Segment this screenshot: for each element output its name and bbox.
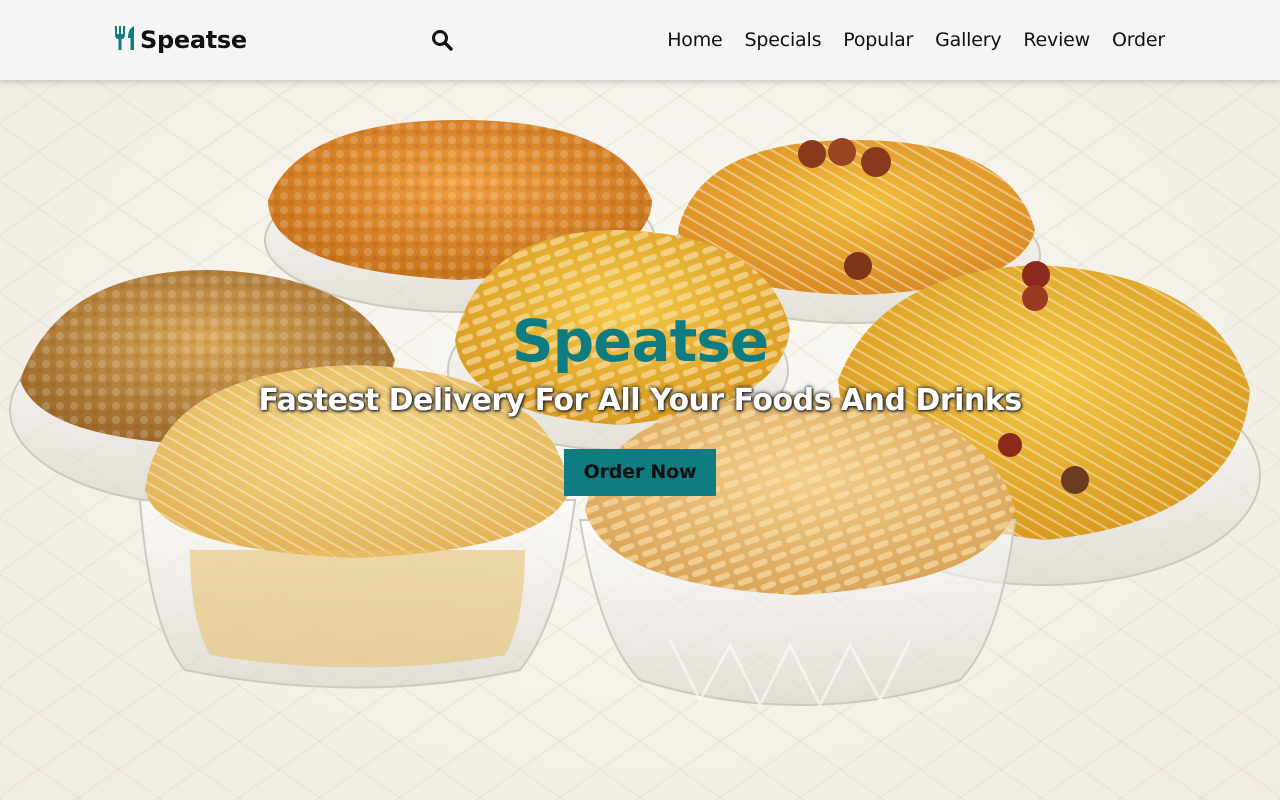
utensils-icon [114,25,136,55]
search-icon[interactable] [430,27,454,53]
nav-link-review[interactable]: Review [1023,29,1090,51]
hero-title: Speatse [511,307,769,375]
main-nav: Home Specials Popular Gallery Review Ord… [667,26,1165,54]
nav-link-gallery[interactable]: Gallery [935,29,1001,51]
site-header: Speatse Home Specials Popular Gallery Re… [0,0,1280,80]
hero-content: Speatse Fastest Delivery For All Your Fo… [0,305,1280,496]
nav-link-home[interactable]: Home [667,29,723,51]
nav-link-specials[interactable]: Specials [745,29,822,51]
logo-text: Speatse [140,26,247,54]
logo[interactable]: Speatse [114,22,247,58]
hero-section: Speatse Fastest Delivery For All Your Fo… [0,80,1280,800]
nav-link-popular[interactable]: Popular [843,29,913,51]
hero-subtitle: Fastest Delivery For All Your Foods And … [258,383,1022,418]
nav-link-order[interactable]: Order [1112,29,1165,51]
order-now-button[interactable]: Order Now [563,449,717,496]
